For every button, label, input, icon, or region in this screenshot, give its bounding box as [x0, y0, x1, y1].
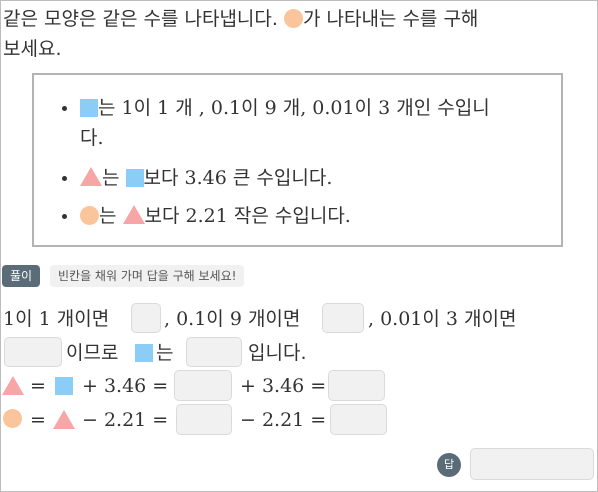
answer-badge: 답	[437, 453, 461, 477]
blank-circle-result[interactable]	[330, 404, 387, 435]
equals-sign: =	[30, 375, 46, 397]
minus-text-2: − 2.21 =	[240, 409, 327, 431]
square-icon	[125, 169, 144, 187]
question-text: 같은 모양은 같은 수를 나타냅니다. 가 나타내는 수를 구해 보세요.	[3, 4, 593, 64]
condition-1-text: 는 1이 1 개 , 0.1이 9 개, 0.01이 3 개인 수입니	[98, 97, 490, 119]
answer-input[interactable]	[470, 448, 594, 480]
blank-triangle-result[interactable]	[328, 370, 385, 401]
condition-1-text-cont: 다.	[80, 127, 104, 149]
blank-triangle-step1[interactable]	[174, 370, 232, 401]
solution-line2-c: 입니다.	[248, 342, 307, 364]
condition-2-mid: 는	[102, 167, 126, 189]
solution-hint: 빈칸을 채워 가며 답을 구해 보세요!	[50, 265, 245, 287]
solution-badge: 풀이	[2, 265, 40, 287]
solution-line2-a: 이므로	[66, 342, 119, 364]
blank-value[interactable]	[4, 337, 62, 367]
triangle-icon	[53, 410, 75, 429]
circle-icon	[80, 206, 99, 225]
plus-text-2: + 3.46 =	[240, 375, 327, 397]
condition-item-2: 는 보다 3.46 큰 수입니다.	[62, 163, 333, 193]
circle-icon	[3, 409, 22, 428]
triangle-icon	[2, 376, 24, 395]
square-icon	[80, 99, 98, 117]
condition-item-3: 는 보다 2.21 작은 수입니다.	[62, 201, 351, 231]
conditions-box: 는 1이 1 개 , 0.1이 9 개, 0.01이 3 개인 수입니 다. 는…	[32, 73, 563, 247]
minus-text: − 2.21 =	[82, 409, 169, 431]
square-icon	[135, 344, 153, 362]
question-line2-text: 보세요.	[3, 38, 62, 60]
triangle-icon	[80, 167, 102, 186]
solution-line1-a: 1이 1 개이면	[3, 308, 110, 330]
question-line1-text: 같은 모양은 같은 수를 나타냅니다.	[3, 8, 284, 30]
solution-line1-c: , 0.01이 3 개이면	[368, 308, 517, 330]
blank-tenths[interactable]	[322, 303, 364, 333]
condition-item-1: 는 1이 1 개 , 0.1이 9 개, 0.01이 3 개인 수입니 다.	[62, 93, 490, 153]
solution-line2-b: 는	[156, 342, 174, 364]
blank-ones[interactable]	[131, 303, 161, 333]
blank-circle-step1[interactable]	[176, 404, 232, 435]
bullet-icon	[62, 106, 67, 111]
bullet-icon	[62, 214, 67, 219]
plus-text: + 3.46 =	[82, 375, 169, 397]
condition-2-text: 보다 3.46 큰 수입니다.	[143, 167, 333, 189]
solution-line1-b: , 0.1이 9 개이면	[164, 308, 301, 330]
question-line1-tail: 가 나타내는 수를 구해	[302, 8, 479, 30]
condition-3-mid: 는	[99, 205, 123, 227]
condition-3-text: 보다 2.21 작은 수입니다.	[144, 205, 351, 227]
square-icon	[55, 377, 73, 395]
blank-square-value[interactable]	[186, 337, 242, 367]
bullet-icon	[62, 176, 67, 181]
triangle-icon	[122, 205, 145, 224]
circle-icon	[283, 9, 303, 28]
equals-sign: =	[30, 409, 46, 431]
